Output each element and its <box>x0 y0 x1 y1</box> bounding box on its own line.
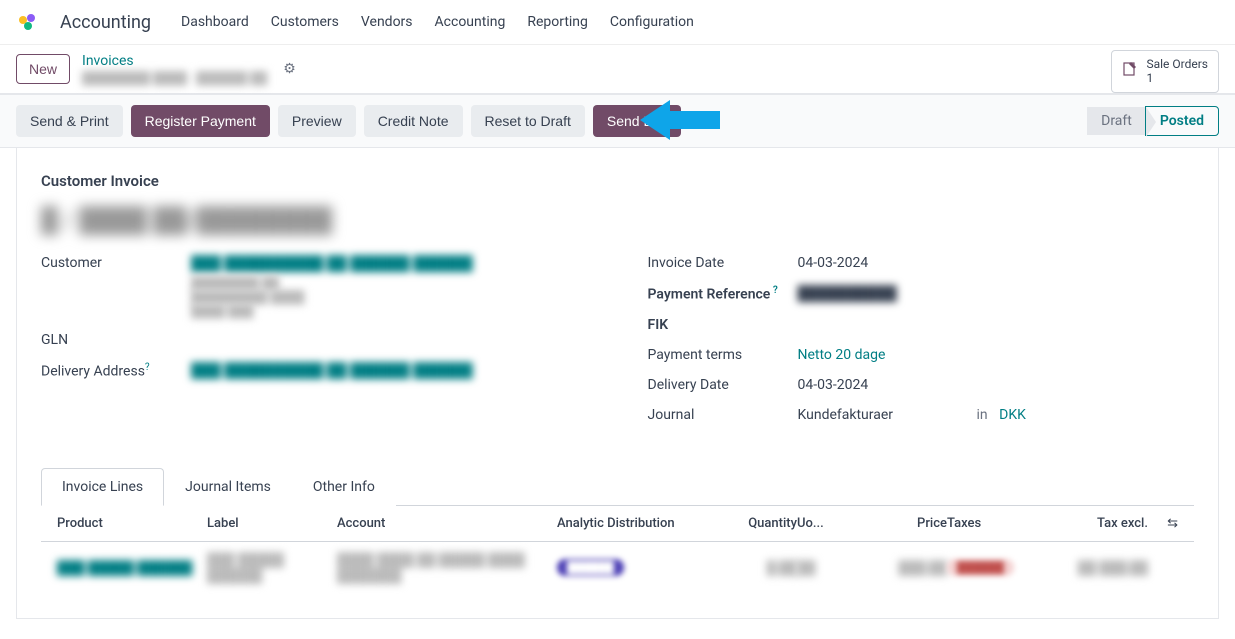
sale-orders-smart-button[interactable]: Sale Orders 1 <box>1111 50 1219 93</box>
cell-price[interactable]: ███,██ <box>847 560 947 576</box>
col-analytic[interactable]: Analytic Distribution <box>557 516 717 531</box>
cell-product[interactable]: ███ █████ ██████ <box>57 560 207 576</box>
currency-link[interactable]: DKK <box>999 407 1026 423</box>
customer-label: Customer <box>41 255 191 271</box>
status-bar: Draft Posted <box>1087 106 1219 136</box>
nav-customers[interactable]: Customers <box>271 14 339 30</box>
smart-button-label: Sale Orders <box>1146 57 1208 71</box>
col-product[interactable]: Product <box>57 516 207 531</box>
cell-label[interactable]: ███ █████ ██████ <box>207 552 337 584</box>
nav-dashboard[interactable]: Dashboard <box>181 14 249 30</box>
help-icon[interactable]: ? <box>770 285 777 296</box>
notebook-tabs: Invoice Lines Journal Items Other Info <box>41 467 1194 506</box>
payment-terms-value[interactable]: Netto 20 dage <box>798 347 1195 363</box>
customer-addr1: ████████ ██ <box>191 276 588 290</box>
gear-icon[interactable]: ⚙ <box>283 61 296 77</box>
customer-value[interactable]: ███ ██████████ ██ ██████ ██████ <box>191 255 588 272</box>
customer-addr3: ████ ███ <box>191 304 588 318</box>
nav-accounting[interactable]: Accounting <box>435 14 506 30</box>
breadcrumb-invoices[interactable]: Invoices <box>82 53 267 69</box>
preview-button[interactable]: Preview <box>278 105 356 137</box>
journal-value[interactable]: Kundefakturaer in DKK <box>798 407 1195 423</box>
breadcrumb-record: ████████ ████ - ██████ ██ <box>82 71 267 85</box>
invoice-lines-table: Product Label Account Analytic Distribut… <box>41 506 1194 594</box>
journal-label: Journal <box>648 407 798 423</box>
delivery-address-label: Delivery Address? <box>41 362 191 380</box>
customer-addr2: █████████ ████ <box>191 290 588 304</box>
delivery-address-value[interactable]: ███ ██████████ ██ ██████ ██████ <box>191 362 588 379</box>
send-print-button[interactable]: Send & Print <box>16 105 123 137</box>
delivery-date-value[interactable]: 04-03-2024 <box>798 377 1195 393</box>
app-name: Accounting <box>60 12 151 33</box>
col-label[interactable]: Label <box>207 516 337 531</box>
new-button[interactable]: New <box>16 54 70 84</box>
help-icon[interactable]: ? <box>145 362 150 373</box>
sheet-title: Customer Invoice <box>41 172 1194 190</box>
cell-analytic[interactable]: ██████ <box>557 559 717 576</box>
status-draft[interactable]: Draft <box>1087 107 1146 135</box>
col-price[interactable]: Price <box>847 516 947 531</box>
columns-config-icon[interactable]: ⇆ <box>1148 516 1178 531</box>
payment-reference-value[interactable]: ██████████ <box>798 285 1195 302</box>
cell-taxes[interactable]: ██████ <box>947 559 1047 576</box>
tab-invoice-lines[interactable]: Invoice Lines <box>41 468 164 506</box>
delivery-date-label: Delivery Date <box>648 377 798 393</box>
document-edit-icon <box>1122 61 1138 81</box>
invoice-date-value[interactable]: 04-03-2024 <box>798 255 1195 271</box>
gln-label: GLN <box>41 332 191 348</box>
cell-account[interactable]: ████ ████ ██ █████ ████ ███████ <box>337 552 557 584</box>
nav-reporting[interactable]: Reporting <box>527 14 588 30</box>
app-logo-icon <box>16 10 40 34</box>
payment-terms-label: Payment terms <box>648 347 798 363</box>
col-account[interactable]: Account <box>337 516 557 531</box>
table-row[interactable]: ███ █████ ██████ ███ █████ ██████ ████ █… <box>41 542 1194 594</box>
top-navbar: Accounting Dashboard Customers Vendors A… <box>0 0 1235 45</box>
sub-navbar: New Invoices ████████ ████ - ██████ ██ ⚙ <box>0 45 1235 94</box>
cell-tax-excl[interactable]: ██ ███,██ <box>1047 560 1148 576</box>
col-taxes[interactable]: Taxes <box>947 516 1047 531</box>
invoice-date-label: Invoice Date <box>648 255 798 271</box>
col-quantity[interactable]: Quantity <box>717 516 797 531</box>
col-tax-excl[interactable]: Tax excl. <box>1047 516 1148 531</box>
payment-reference-label: Payment Reference ? <box>648 285 798 303</box>
register-payment-button[interactable]: Register Payment <box>131 105 270 137</box>
col-uom[interactable]: Uo... <box>797 516 847 531</box>
cell-quantity[interactable]: █,██ <box>717 560 797 576</box>
cell-uom[interactable]: ██ <box>797 560 847 576</box>
pointer-arrow-icon <box>640 97 720 143</box>
status-posted[interactable]: Posted <box>1145 106 1219 136</box>
nav-configuration[interactable]: Configuration <box>610 14 694 30</box>
smart-button-count: 1 <box>1146 71 1208 85</box>
tab-journal-items[interactable]: Journal Items <box>164 468 292 506</box>
action-bar: Send & Print Register Payment Preview Cr… <box>0 94 1235 148</box>
credit-note-button[interactable]: Credit Note <box>364 105 463 137</box>
nav-vendors[interactable]: Vendors <box>361 14 413 30</box>
form-sheet: Customer Invoice █ / ████ ██/████████ Cu… <box>16 148 1219 619</box>
tab-other-info[interactable]: Other Info <box>292 468 396 506</box>
reset-to-draft-button[interactable]: Reset to Draft <box>471 105 585 137</box>
fik-label: FIK <box>648 317 798 333</box>
invoice-number: █ / ████ ██/████████ <box>41 206 1194 235</box>
